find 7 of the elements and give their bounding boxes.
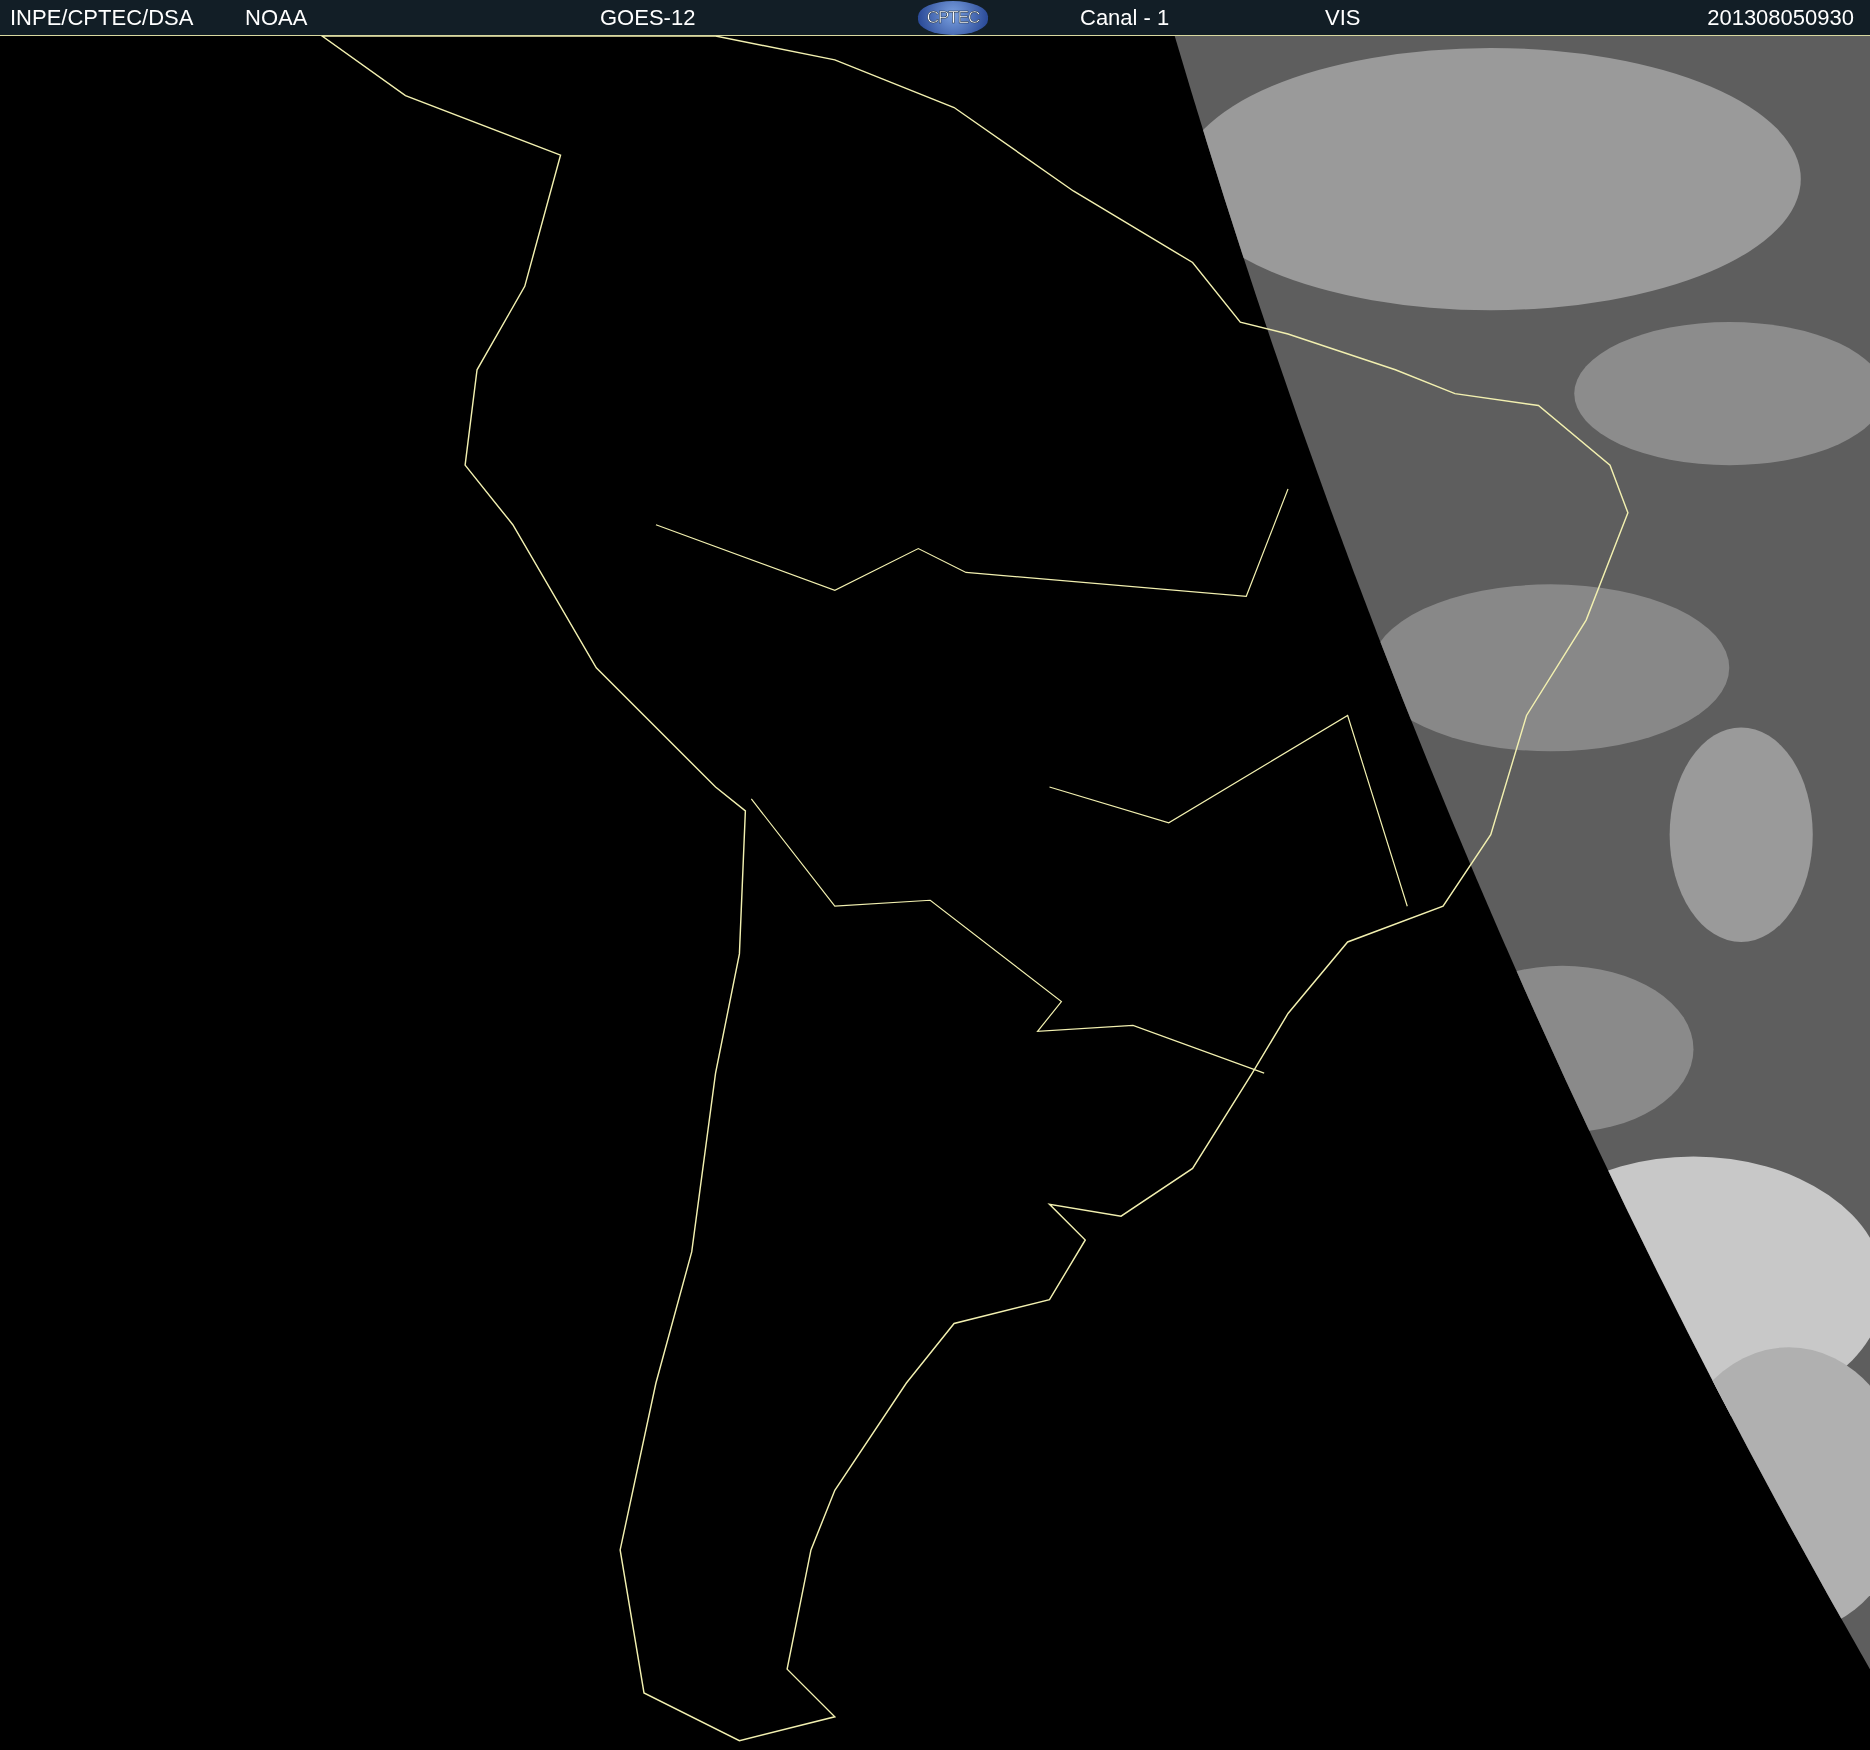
timestamp-label: 201308050930 bbox=[1707, 3, 1854, 32]
logo: CPTEC bbox=[918, 0, 988, 35]
source-label: INPE/CPTEC/DSA bbox=[10, 3, 195, 32]
agency-label: NOAA bbox=[245, 3, 309, 32]
band-label: VIS bbox=[1325, 3, 1362, 32]
satellite-label: GOES-12 bbox=[600, 3, 697, 32]
channel-label: Canal - 1 bbox=[1080, 3, 1171, 32]
